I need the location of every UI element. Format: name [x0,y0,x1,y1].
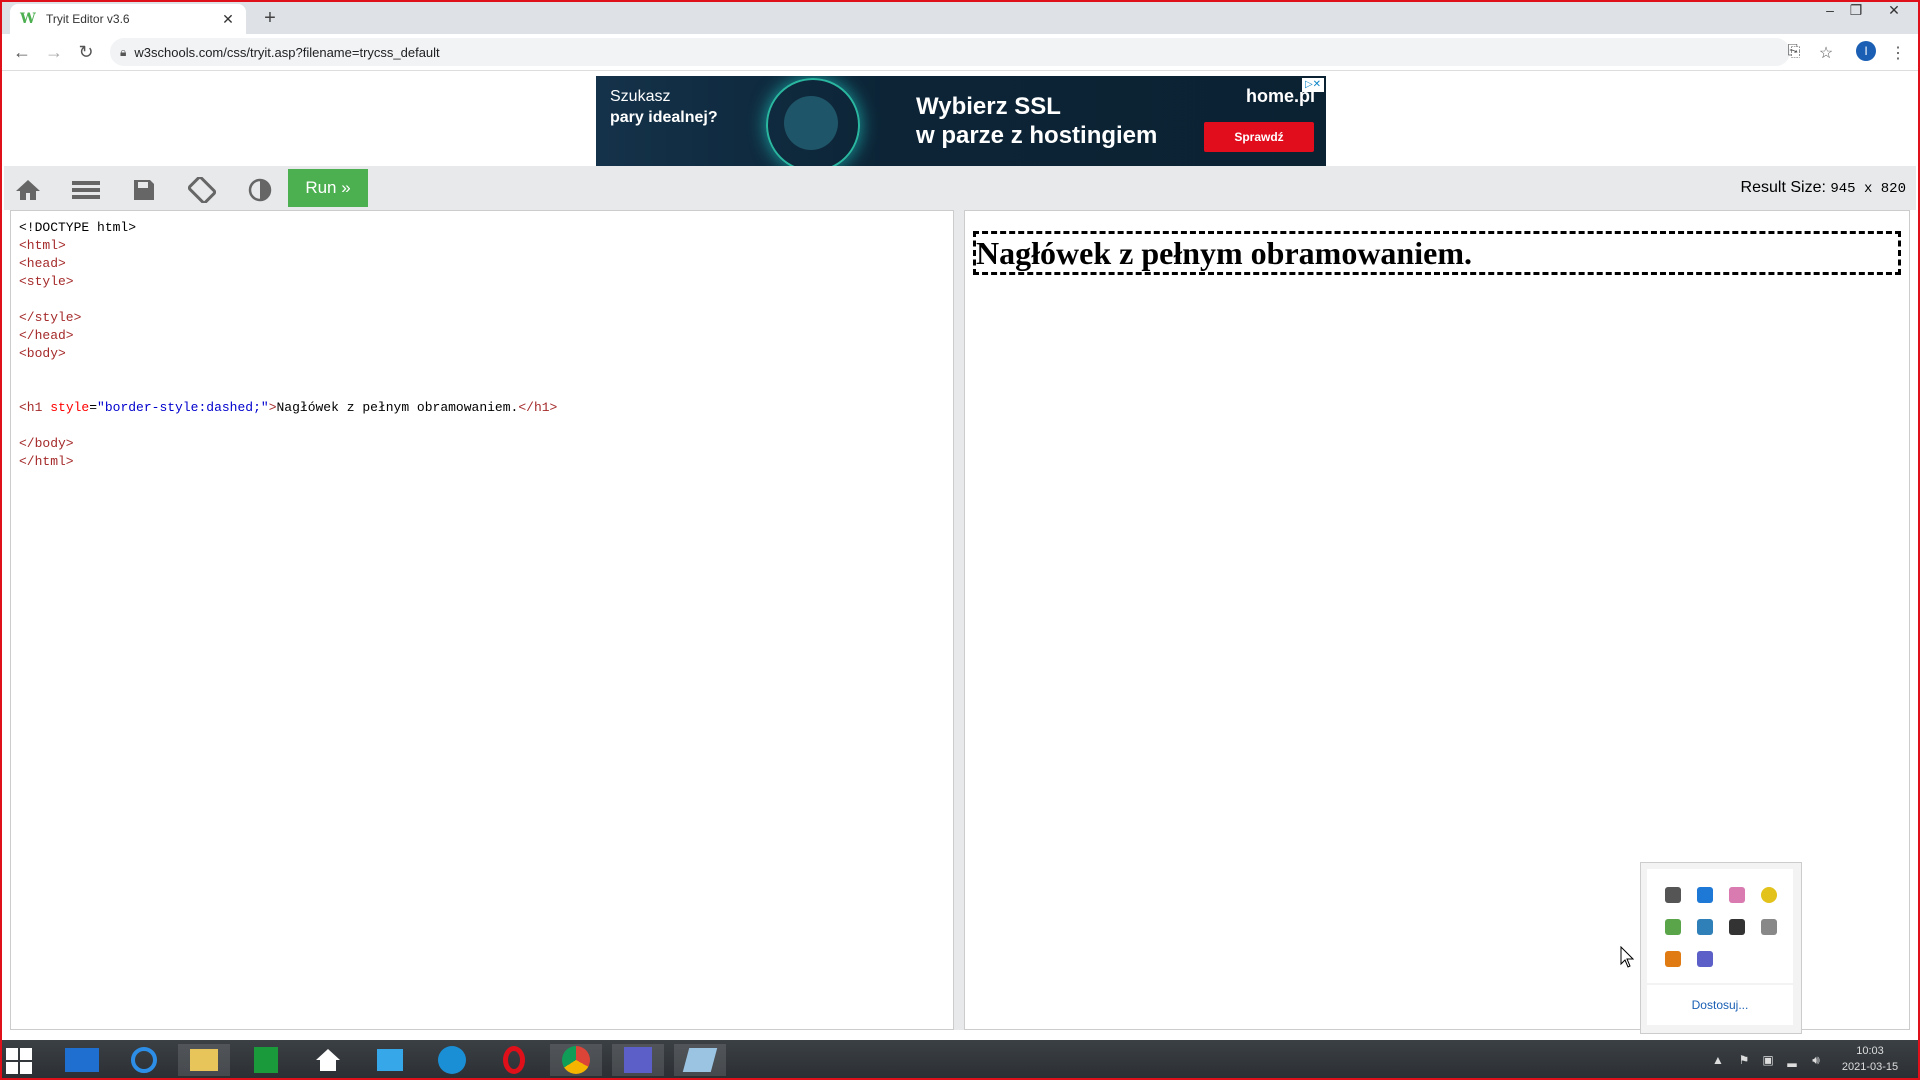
menu-icon[interactable] [70,178,102,202]
back-icon[interactable]: ← [10,40,34,64]
result-heading: Nagłówek z pełnym obramowaniem. [973,231,1901,275]
mouse-cursor-icon [1620,945,1635,973]
code-line[interactable]: <body> [19,345,945,363]
code-line[interactable]: </style> [19,309,945,327]
ad-text-line-2: pary idealnej? [610,109,718,126]
tray-signal-icon[interactable]: ▂ [1784,1052,1800,1068]
tray-teams-icon[interactable] [1697,951,1713,967]
ad-choices-close-icon[interactable]: ▷✕ [1302,78,1324,92]
code-line[interactable]: <!DOCTYPE html> [19,219,945,237]
chrome-icon[interactable] [550,1044,602,1076]
code-line[interactable] [19,363,945,381]
close-tab-icon[interactable]: ✕ [220,11,236,27]
customize-link[interactable]: Dostosuj... [1647,985,1793,1025]
run-button[interactable]: Run » [288,169,368,207]
lenovo-app-icon[interactable] [56,1044,108,1076]
tray-network-icon[interactable] [1697,887,1713,903]
save-icon[interactable] [128,178,160,202]
file-explorer-icon[interactable] [178,1044,230,1076]
browser-tab-strip: W Tryit Editor v3.6 ✕ + – ❐ ✕ [0,0,1920,34]
new-tab-button[interactable]: + [258,6,282,30]
code-line[interactable]: <style> [19,273,945,291]
rotate-layout-icon[interactable] [186,177,218,203]
opera-icon[interactable] [488,1044,540,1076]
code-line[interactable] [19,417,945,435]
store-icon[interactable] [240,1044,292,1076]
internet-explorer-icon[interactable] [118,1044,170,1076]
mail-icon[interactable] [364,1044,416,1076]
url-text: w3schools.com/css/tryit.asp?filename=try… [134,44,440,60]
tray-box-icon[interactable] [1697,919,1713,935]
tray-device-icon[interactable]: ▣ [1760,1052,1776,1068]
dark-mode-toggle-icon[interactable] [244,178,276,202]
taskbar-clock[interactable]: 10:03 2021-03-15 [1830,1043,1910,1075]
reload-icon[interactable]: ↻ [74,40,98,64]
home-icon[interactable] [12,178,44,202]
editor-toolbar: Run » Result Size: 945 x 820 [4,166,1916,210]
translate-icon[interactable]: ⎘ [1784,43,1804,61]
close-window-icon[interactable]: ✕ [1884,2,1904,19]
pane-divider[interactable] [954,210,964,1030]
advertisement-banner[interactable]: Szukasz pary idealnej? Wybierz SSL w par… [596,76,1326,168]
code-line[interactable]: </body> [19,435,945,453]
server-icon [784,96,838,150]
volume-icon[interactable]: 🔊︎ [1808,1052,1824,1068]
menu-dots-icon[interactable]: ⋮ [1888,43,1908,63]
address-bar[interactable]: 🔒︎ w3schools.com/css/tryit.asp?filename=… [110,38,1790,66]
profile-avatar[interactable]: I [1856,41,1876,61]
result-size: Result Size: 945 x 820 [1741,179,1906,197]
result-size-value: 945 x 820 [1830,181,1906,197]
edge-icon[interactable] [426,1044,478,1076]
tray-warning-icon[interactable]: ⚑ [1736,1052,1752,1068]
teams-icon[interactable] [612,1044,664,1076]
show-hidden-icons-icon[interactable]: ▲ [1710,1052,1726,1068]
code-line[interactable]: <h1 style="border-style:dashed;">Nagłówe… [19,399,945,417]
tab-title: Tryit Editor v3.6 [46,12,130,26]
browser-toolbar: ← → ↻ 🔒︎ w3schools.com/css/tryit.asp?fil… [0,34,1920,71]
restore-icon[interactable]: ❐ [1846,2,1866,19]
code-line[interactable]: </html> [19,453,945,471]
tray-overflow-popup: Dostosuj... [1640,862,1802,1034]
tray-security-icon[interactable] [1665,919,1681,935]
lock-icon: 🔒︎ [120,44,127,59]
minimize-icon[interactable]: – [1820,2,1840,18]
tray-camera-icon[interactable] [1729,919,1745,935]
notes-app-icon[interactable] [674,1044,726,1076]
bookmark-star-icon[interactable]: ☆ [1816,43,1836,63]
code-line[interactable]: </head> [19,327,945,345]
w3schools-favicon-icon: W [20,11,36,27]
code-line[interactable]: <head> [19,255,945,273]
code-line[interactable] [19,381,945,399]
browser-tab[interactable]: W Tryit Editor v3.6 ✕ [10,4,246,34]
tray-app-icon[interactable] [1729,887,1745,903]
tray-printer-icon[interactable] [1761,919,1777,935]
ad-cta-button[interactable]: Sprawdź [1204,122,1314,152]
tray-monitor-icon[interactable] [1665,887,1681,903]
code-editor[interactable]: <!DOCTYPE html> <html> <head> <style> </sty… [10,210,954,1030]
ad-headline-2: w parze z hostingiem [916,122,1158,149]
code-line[interactable]: <html> [19,237,945,255]
ad-headline-1: Wybierz SSL [916,93,1061,120]
code-text[interactable]: <!DOCTYPE html> <html> <head> <style> </sty… [11,211,953,479]
home-app-icon[interactable] [302,1044,354,1076]
code-line[interactable] [19,291,945,309]
ad-text-line-1: Szukasz [610,88,671,105]
tray-orange-app-icon[interactable] [1665,951,1681,967]
start-button-icon[interactable] [6,1048,32,1074]
taskbar: ▲ ⚑ ▣ ▂ 🔊︎ 10:03 2021-03-15 [0,1040,1920,1080]
tray-update-icon[interactable] [1761,887,1777,903]
forward-icon[interactable]: → [42,40,66,64]
clock-time: 10:03 [1856,1045,1884,1057]
clock-date: 2021-03-15 [1841,1061,1899,1073]
result-size-label: Result Size: [1740,179,1826,196]
